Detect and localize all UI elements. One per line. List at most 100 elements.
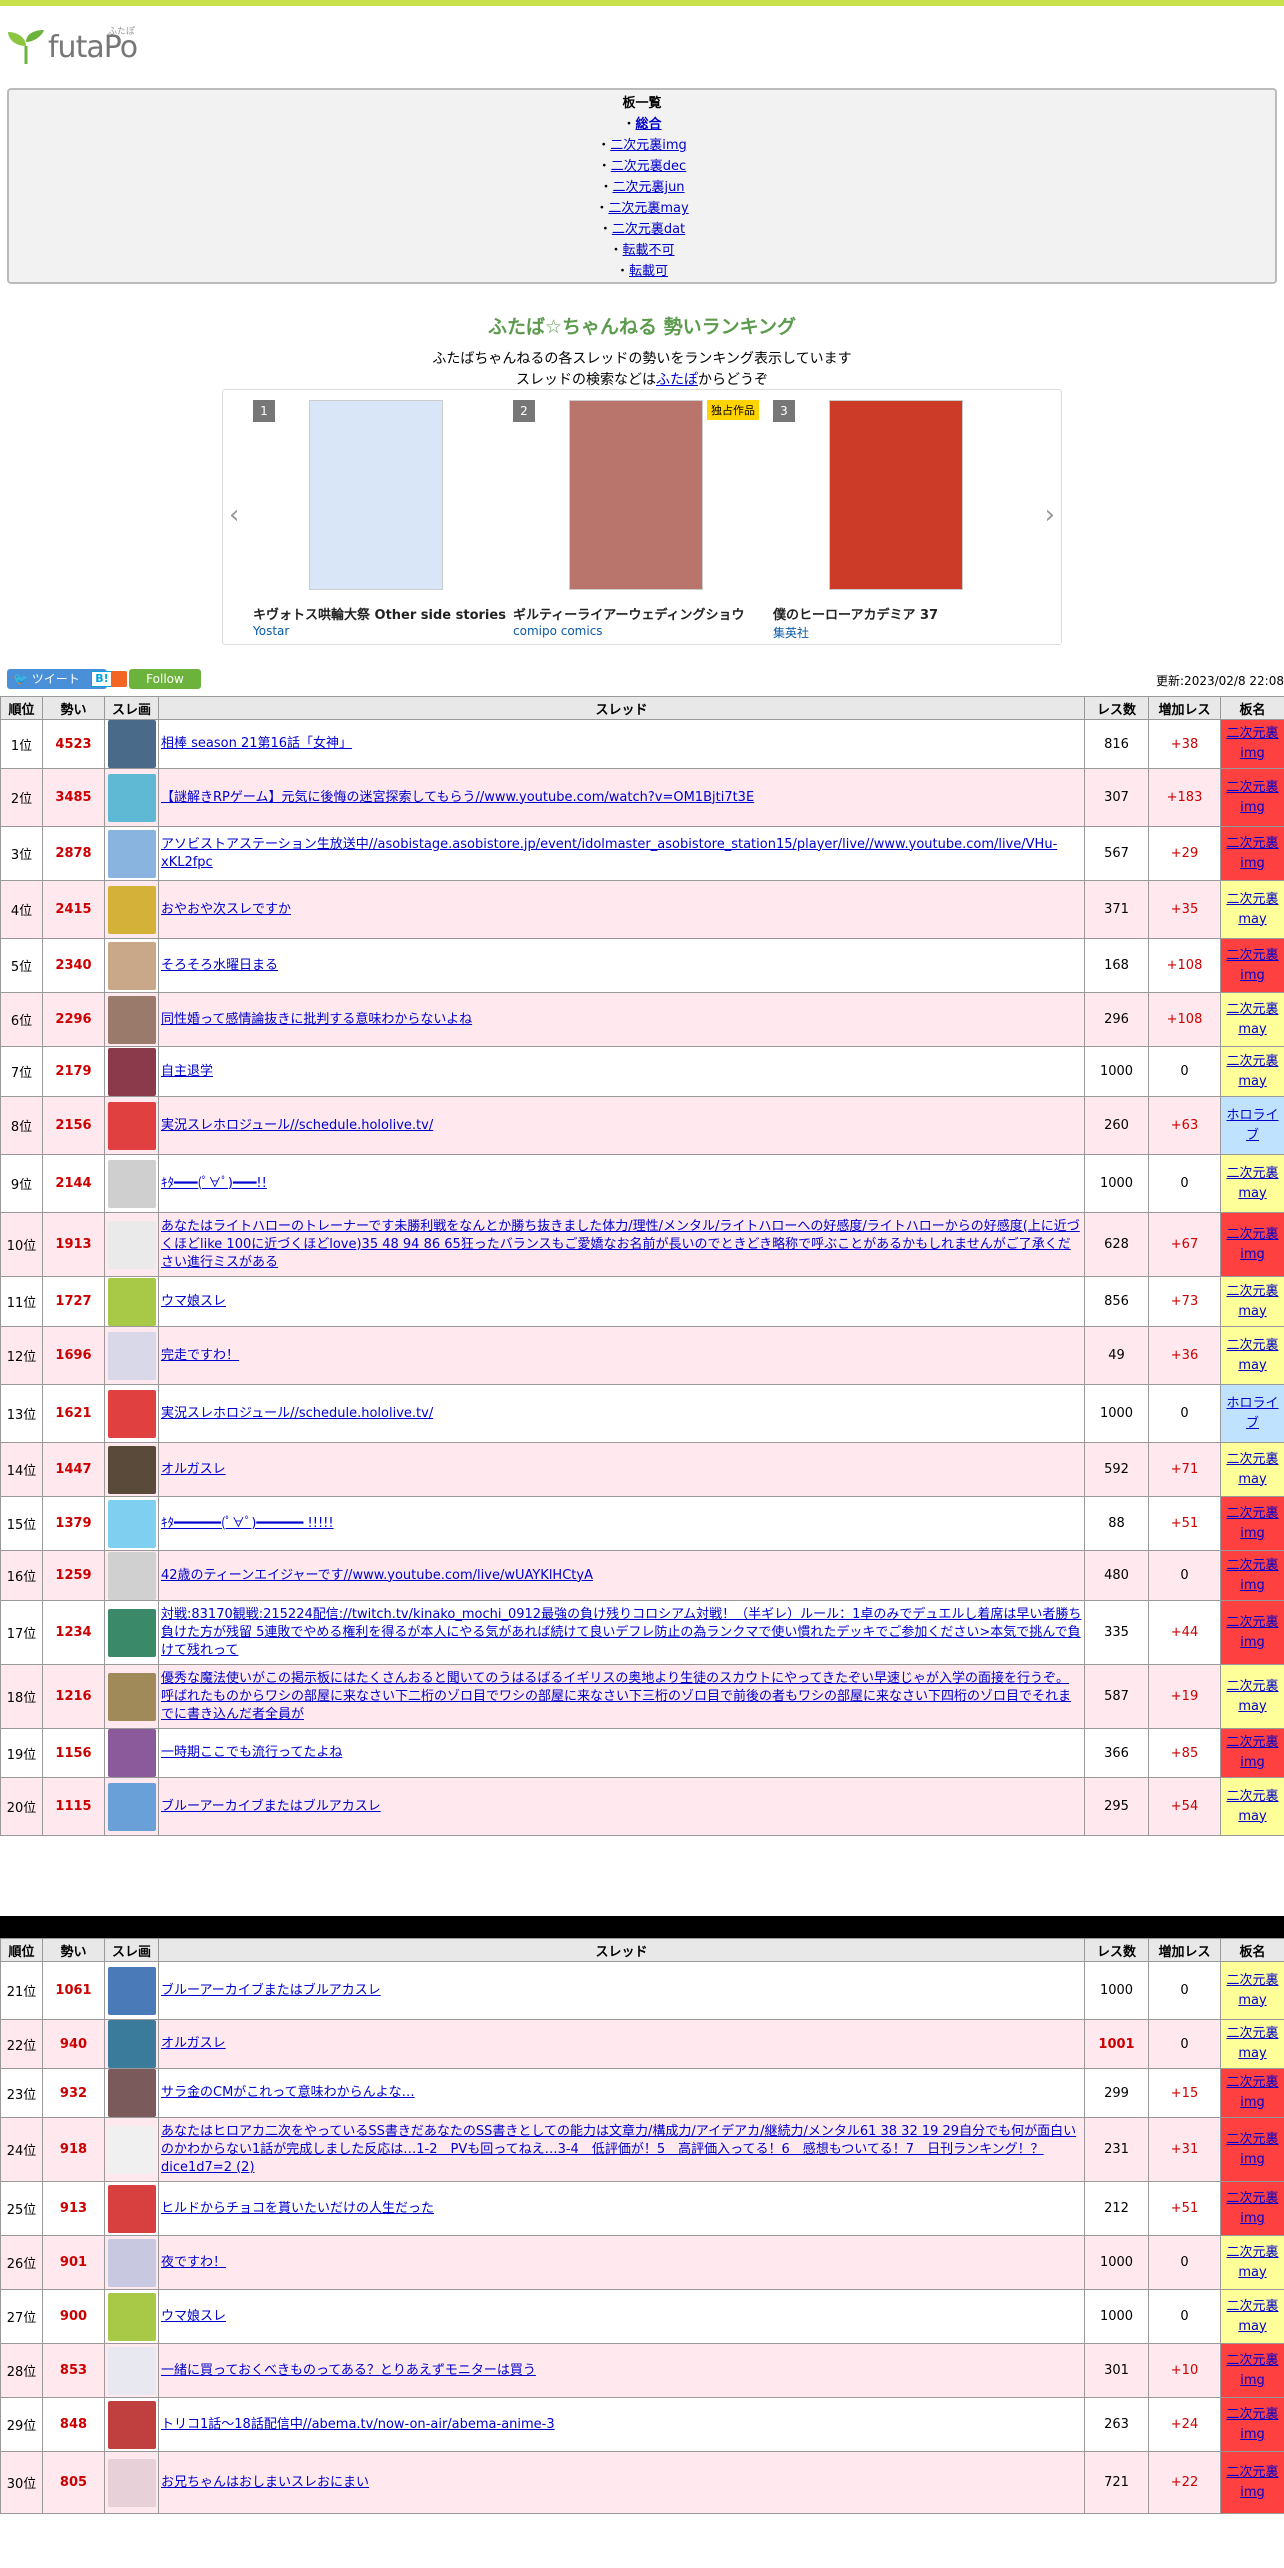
thumb-cell[interactable] xyxy=(104,2289,159,2344)
thread-link[interactable]: ｷﾀ━━━━━━(ﾟ∀ﾟ)━━━━━━ !!!!! xyxy=(161,1516,334,1531)
thumb-cell[interactable] xyxy=(104,1154,159,1213)
thread-thumbnail[interactable] xyxy=(107,1445,156,1494)
thread-thumbnail[interactable] xyxy=(107,1966,156,2015)
carousel-card[interactable]: 2 独占作品 ギルティーライアーウェディングショウ comipo comics xyxy=(513,400,763,640)
rss-icon[interactable] xyxy=(111,671,127,687)
board-list-item[interactable]: ・二次元裏may xyxy=(9,198,1275,219)
thread-thumbnail[interactable] xyxy=(107,2125,156,2174)
board-link[interactable]: 転載可 xyxy=(629,264,668,279)
thread-thumbnail[interactable] xyxy=(107,1782,156,1831)
book-title[interactable]: 僕のヒーローアカデミア 37 xyxy=(773,604,1033,623)
thumb-cell[interactable] xyxy=(104,1442,159,1497)
board-list-panel[interactable]: 板一覧 ・総合 ・二次元裏img ・二次元裏dec ・二次元裏jun ・二次元裏may ・… xyxy=(7,88,1277,284)
thread-link[interactable]: オルガスレ xyxy=(161,1462,226,1477)
thread-link[interactable]: ウマ娘スレ xyxy=(161,2309,226,2324)
thread-thumbnail[interactable] xyxy=(107,2238,156,2287)
thread-link[interactable]: 実況スレホロジュール//schedule.hololive.tv/ xyxy=(161,1118,433,1133)
thumb-cell[interactable] xyxy=(104,2235,159,2290)
thumb-cell[interactable] xyxy=(104,1212,159,1277)
thread-link[interactable]: オルガスレ xyxy=(161,2036,226,2051)
thumb-cell[interactable] xyxy=(104,1046,159,1097)
book-title[interactable]: ギルティーライアーウェディングショウ xyxy=(513,604,773,623)
carousel-next-icon[interactable]: › xyxy=(1045,500,1055,530)
board-name-link[interactable]: 二次元裏may xyxy=(1226,2245,1278,2280)
board-name-link[interactable]: 二次元裏may xyxy=(1226,1054,1278,1089)
thumb-cell[interactable] xyxy=(104,1496,159,1551)
thread-link[interactable]: ブルーアーカイブまたはブルアカスレ xyxy=(161,1799,381,1814)
thread-link[interactable]: 完走ですわ！ xyxy=(161,1348,239,1363)
board-name-link[interactable]: 二次元裏may xyxy=(1226,1679,1278,1714)
thumb-cell[interactable] xyxy=(104,1384,159,1443)
board-name-link[interactable]: 二次元裏img xyxy=(1226,2132,1278,2167)
follow-button[interactable]: Follow xyxy=(129,669,201,689)
book-cover[interactable] xyxy=(309,400,443,590)
thread-thumbnail[interactable] xyxy=(107,1672,156,1721)
thumb-cell[interactable] xyxy=(104,2451,159,2514)
thumb-cell[interactable] xyxy=(104,826,159,881)
board-name-link[interactable]: 二次元裏may xyxy=(1226,1789,1278,1824)
thumb-cell[interactable] xyxy=(104,1600,159,1665)
book-title[interactable]: キヴォトス哄輪大祭 Other side stories xyxy=(253,604,513,623)
thumb-cell[interactable] xyxy=(104,1326,159,1385)
thread-thumbnail[interactable] xyxy=(107,941,156,990)
thread-thumbnail[interactable] xyxy=(107,1389,156,1438)
board-link[interactable]: 二次元裏may xyxy=(608,201,688,216)
thumb-cell[interactable] xyxy=(104,1961,159,2020)
carousel-card[interactable]: 1 キヴォトス哄輪大祭 Other side stories Yostar xyxy=(253,400,506,640)
board-name-link[interactable]: 二次元裏img xyxy=(1226,780,1278,815)
board-link[interactable]: 二次元裏dat xyxy=(612,222,685,237)
board-link[interactable]: 二次元裏dec xyxy=(611,159,686,174)
thumb-cell[interactable] xyxy=(104,2397,159,2452)
board-link[interactable]: 二次元裏img xyxy=(610,138,687,153)
board-list-item[interactable]: ・二次元裏dec xyxy=(9,156,1275,177)
board-name-link[interactable]: 二次元裏img xyxy=(1226,2353,1278,2388)
board-name-link[interactable]: 二次元裏may xyxy=(1226,1338,1278,1373)
thumb-cell[interactable] xyxy=(104,1276,159,1327)
board-name-link[interactable]: 二次元裏may xyxy=(1226,1284,1278,1319)
thread-link[interactable]: 【謎解きRPゲーム】元気に後悔の迷宮探索してもらう//www.youtube.c… xyxy=(161,790,754,805)
board-name-link[interactable]: 二次元裏may xyxy=(1226,2026,1278,2061)
thread-link[interactable]: 対戦:83170観戦:215224配信://twitch.tv/kinako_m… xyxy=(161,1607,1081,1658)
site-logo[interactable]: futaPo ふたぽ xyxy=(0,6,1284,65)
thread-link[interactable]: ヒルドからチョコを貰いたいだけの人生だった xyxy=(161,2201,434,2216)
board-name-link[interactable]: 二次元裏img xyxy=(1226,1558,1278,1593)
board-name-link[interactable]: 二次元裏img xyxy=(1226,2407,1278,2442)
thread-thumbnail[interactable] xyxy=(107,1551,156,1600)
thread-thumbnail[interactable] xyxy=(107,995,156,1044)
thread-thumbnail[interactable] xyxy=(107,1101,156,1150)
thread-thumbnail[interactable] xyxy=(107,773,156,822)
thread-link[interactable]: おやおや次スレですか xyxy=(161,902,291,917)
thumb-cell[interactable] xyxy=(104,992,159,1047)
carousel-card[interactable]: 3 僕のヒーローアカデミア 37 集英社 xyxy=(773,400,1023,640)
board-link[interactable]: 転載不可 xyxy=(623,243,675,258)
thread-thumbnail[interactable] xyxy=(107,720,156,768)
thumb-cell[interactable] xyxy=(104,1728,159,1778)
thread-link[interactable]: 相棒 season 21第16話「女神」 xyxy=(161,736,352,751)
board-list-item[interactable]: ・二次元裏jun xyxy=(9,177,1275,198)
board-name-link[interactable]: 二次元裏img xyxy=(1226,2191,1278,2226)
board-name-link[interactable]: 二次元裏img xyxy=(1226,726,1278,761)
thread-link[interactable]: お兄ちゃんはおしまいスレおにまい xyxy=(161,2475,369,2490)
carousel-prev-icon[interactable]: ‹ xyxy=(229,500,239,530)
board-name-link[interactable]: 二次元裏may xyxy=(1226,2299,1278,2334)
thread-thumbnail[interactable] xyxy=(107,2400,156,2449)
thumb-cell[interactable] xyxy=(104,2068,159,2118)
thread-link[interactable]: ブルーアーカイブまたはブルアカスレ xyxy=(161,1983,381,1998)
board-name-link[interactable]: 二次元裏may xyxy=(1226,1452,1278,1487)
board-name-link[interactable]: 二次元裏may xyxy=(1226,892,1278,927)
thread-link[interactable]: アソビストアステーション生放送中//asobistage.asobistore.… xyxy=(161,837,1057,870)
book-carousel[interactable]: ‹ › 1 キヴォトス哄輪大祭 Other side stories Yostar 2… xyxy=(222,389,1062,645)
board-name-link[interactable]: 二次元裏img xyxy=(1226,1615,1278,1650)
board-link[interactable]: 総合 xyxy=(636,117,662,132)
thread-link[interactable]: トリコ1話〜18話配信中//abema.tv/now-on-air/abema-… xyxy=(161,2417,555,2432)
board-list-item[interactable]: ・総合 xyxy=(9,114,1275,135)
board-name-link[interactable]: 二次元裏img xyxy=(1226,948,1278,983)
thread-link[interactable]: あなたはライトハローのトレーナーです未勝利戦をなんとか勝ち抜きました体力/理性/… xyxy=(161,1219,1080,1270)
board-list-item[interactable]: ・二次元裏img xyxy=(9,135,1275,156)
thread-link[interactable]: あなたはヒロアカ二次をやっているSS書きだあなたのSS書きとしての能力は文章力/… xyxy=(161,2124,1076,2175)
thread-thumbnail[interactable] xyxy=(107,1499,156,1548)
thread-thumbnail[interactable] xyxy=(107,2458,156,2507)
thread-link[interactable]: 一時期ここでも流行ってたよね xyxy=(161,1745,342,1760)
book-cover[interactable] xyxy=(569,400,703,590)
thread-thumbnail[interactable] xyxy=(107,885,156,934)
